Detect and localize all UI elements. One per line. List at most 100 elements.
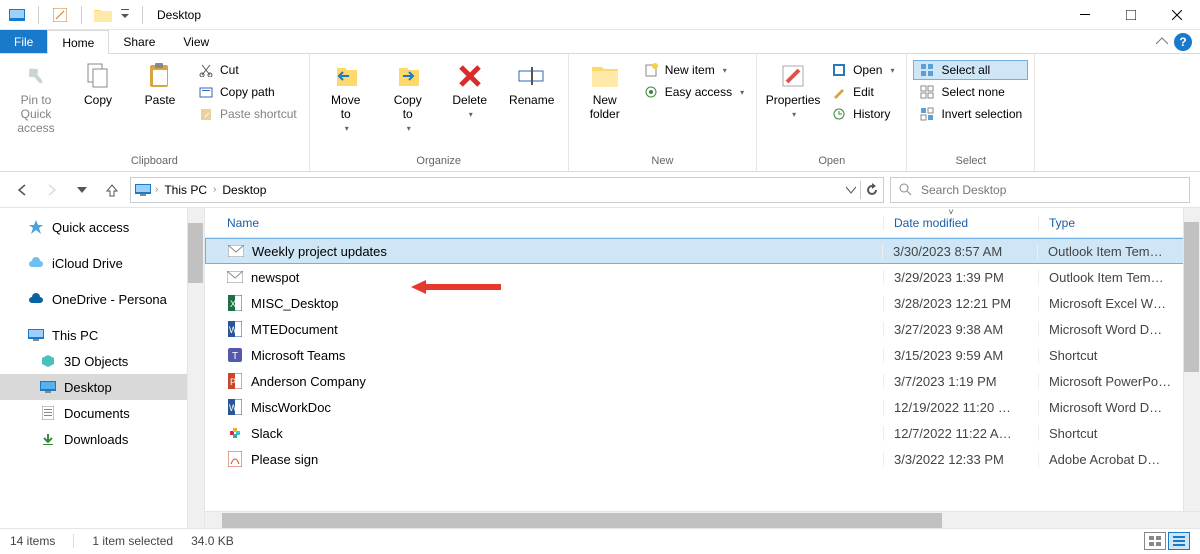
select-none-icon xyxy=(919,84,935,100)
new-item-icon xyxy=(643,62,659,78)
sidebar-item-downloads[interactable]: Downloads xyxy=(0,426,204,452)
tab-home[interactable]: Home xyxy=(47,30,109,54)
app-icon xyxy=(6,4,28,26)
refresh-button[interactable] xyxy=(865,183,879,197)
delete-button[interactable]: Delete▾ xyxy=(440,56,500,119)
column-header-name[interactable]: Name xyxy=(205,216,883,230)
chevron-right-icon[interactable]: › xyxy=(155,184,158,195)
help-icon[interactable]: ? xyxy=(1174,33,1192,51)
delete-icon xyxy=(454,60,486,92)
word-icon: W xyxy=(227,321,243,337)
file-row[interactable]: TMicrosoft Teams3/15/2023 9:59 AMShortcu… xyxy=(205,342,1200,368)
copy-to-icon xyxy=(392,60,424,92)
cut-button[interactable]: Cut xyxy=(192,60,303,80)
chevron-right-icon[interactable]: › xyxy=(213,184,216,195)
address-bar[interactable]: › This PC › Desktop xyxy=(130,177,884,203)
navigation-pane[interactable]: Quick access iCloud Drive OneDrive - Perso… xyxy=(0,208,205,528)
sidebar-item-desktop[interactable]: Desktop xyxy=(0,374,204,400)
select-none-button[interactable]: Select none xyxy=(913,82,1028,102)
sidebar-item-this-pc[interactable]: This PC xyxy=(0,322,204,348)
mail-icon xyxy=(228,243,244,259)
history-icon xyxy=(831,106,847,122)
status-selected-count: 1 item selected xyxy=(92,534,173,548)
breadcrumb-desktop[interactable]: Desktop xyxy=(220,183,268,197)
slack-icon xyxy=(227,425,243,441)
sidebar-item-documents[interactable]: Documents xyxy=(0,400,204,426)
file-row[interactable]: Slack12/7/2022 11:22 A…Shortcut xyxy=(205,420,1200,446)
search-input[interactable]: Search Desktop xyxy=(890,177,1190,203)
cloud-icon xyxy=(28,255,44,271)
file-row[interactable]: PAnderson Company3/7/2023 1:19 PMMicroso… xyxy=(205,368,1200,394)
recent-locations-button[interactable] xyxy=(70,178,94,202)
rename-icon xyxy=(516,60,548,92)
sidebar-item-onedrive-persona[interactable]: OneDrive - Persona xyxy=(0,286,204,312)
back-button[interactable] xyxy=(10,178,34,202)
pc-icon xyxy=(28,327,44,343)
paste-button[interactable]: Paste xyxy=(130,56,190,108)
qat-properties-icon[interactable] xyxy=(49,4,71,26)
cut-icon xyxy=(198,62,214,78)
collapse-ribbon-icon[interactable] xyxy=(1156,36,1168,48)
mail-icon xyxy=(227,269,243,285)
onedrive-icon xyxy=(28,291,44,307)
column-header-type[interactable]: Type xyxy=(1038,216,1183,230)
tab-view[interactable]: View xyxy=(169,30,223,53)
files-scrollbar-horizontal[interactable] xyxy=(205,511,1200,528)
group-label-new: New xyxy=(575,153,750,171)
history-button[interactable]: History xyxy=(825,104,900,124)
column-header-date[interactable]: ˅Date modified xyxy=(883,216,1038,230)
view-details-button[interactable] xyxy=(1168,532,1190,550)
teams-icon: T xyxy=(227,347,243,363)
view-thumbnails-button[interactable] xyxy=(1144,532,1166,550)
pin-to-quick-access-button[interactable]: Pin to Quick access xyxy=(6,56,66,135)
qat-dropdown-icon[interactable] xyxy=(118,4,132,26)
open-button[interactable]: Open▾ xyxy=(825,60,900,80)
excel-icon: X xyxy=(227,295,243,311)
down-icon xyxy=(40,431,56,447)
address-dropdown-icon[interactable] xyxy=(846,185,856,195)
file-row[interactable]: Please sign3/3/2022 12:33 PMAdobe Acroba… xyxy=(205,446,1200,472)
properties-icon xyxy=(777,60,809,92)
invert-selection-icon xyxy=(919,106,935,122)
group-label-clipboard: Clipboard xyxy=(6,153,303,171)
copy-to-button[interactable]: Copy to▾ xyxy=(378,56,438,133)
tab-share[interactable]: Share xyxy=(109,30,169,53)
invert-selection-button[interactable]: Invert selection xyxy=(913,104,1028,124)
window-title: Desktop xyxy=(157,8,201,22)
new-item-button[interactable]: New item▾ xyxy=(637,60,750,80)
svg-text:X: X xyxy=(230,299,236,309)
file-row[interactable]: XMISC_Desktop3/28/2023 12:21 PMMicrosoft… xyxy=(205,290,1200,316)
group-label-select: Select xyxy=(913,153,1028,171)
file-row[interactable]: WMTEDocument3/27/2023 9:38 AMMicrosoft W… xyxy=(205,316,1200,342)
easy-access-button[interactable]: Easy access▾ xyxy=(637,82,750,102)
sidebar-item-quick-access[interactable]: Quick access xyxy=(0,214,204,240)
new-folder-button[interactable]: New folder xyxy=(575,56,635,122)
status-item-count: 14 items xyxy=(10,534,55,548)
forward-button[interactable] xyxy=(40,178,64,202)
file-row[interactable]: newspot3/29/2023 1:39 PMOutlook Item Tem… xyxy=(205,264,1200,290)
copy-path-button[interactable]: Copy path xyxy=(192,82,303,102)
file-row[interactable]: WMiscWorkDoc12/19/2022 11:20 …Microsoft … xyxy=(205,394,1200,420)
file-row[interactable]: Weekly project updates3/30/2023 8:57 AMO… xyxy=(205,238,1200,264)
tab-file[interactable]: File xyxy=(0,30,47,53)
properties-button[interactable]: Properties▾ xyxy=(763,56,823,119)
navpane-scrollbar[interactable] xyxy=(187,208,204,528)
rename-button[interactable]: Rename xyxy=(502,56,562,108)
svg-text:T: T xyxy=(232,351,238,362)
ppt-icon: P xyxy=(227,373,243,389)
word-icon: W xyxy=(227,399,243,415)
minimize-button[interactable] xyxy=(1062,0,1108,30)
move-to-button[interactable]: Move to▾ xyxy=(316,56,376,133)
sidebar-item-icloud-drive[interactable]: iCloud Drive xyxy=(0,250,204,276)
file-list: Name ˅Date modified Type Weekly project … xyxy=(205,208,1200,528)
paste-shortcut-button[interactable]: Paste shortcut xyxy=(192,104,303,124)
sidebar-item-3d-objects[interactable]: 3D Objects xyxy=(0,348,204,374)
up-button[interactable] xyxy=(100,178,124,202)
close-button[interactable] xyxy=(1154,0,1200,30)
edit-button[interactable]: Edit xyxy=(825,82,900,102)
select-all-button[interactable]: Select all xyxy=(913,60,1028,80)
files-scrollbar-vertical[interactable] xyxy=(1183,208,1200,511)
breadcrumb-this-pc[interactable]: This PC xyxy=(162,183,209,197)
copy-button[interactable]: Copy xyxy=(68,56,128,108)
maximize-button[interactable] xyxy=(1108,0,1154,30)
